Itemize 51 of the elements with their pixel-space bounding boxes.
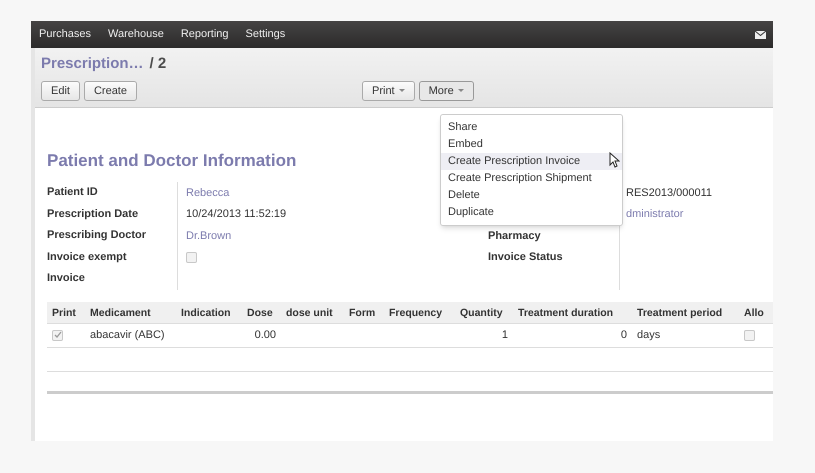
- field-label: Invoice: [47, 271, 86, 286]
- caret-icon: [398, 89, 405, 93]
- field-link[interactable]: dministrator: [626, 206, 684, 222]
- caret-icon: [458, 89, 464, 93]
- field-label: Invoice Status: [488, 250, 563, 265]
- field-label: Prescription Date: [47, 206, 140, 222]
- column-header[interactable]: Quantity: [460, 307, 503, 319]
- field-label: Prescribing Doctor: [47, 228, 148, 243]
- menu-item[interactable]: Settings: [246, 26, 286, 43]
- column-header[interactable]: Frequency: [389, 307, 442, 319]
- table-cell-text: days: [637, 328, 660, 343]
- menu-option[interactable]: Create Prescription Invoice: [441, 153, 622, 170]
- checkbox[interactable]: [744, 330, 755, 340]
- toolbar-button[interactable]: Create: [84, 81, 137, 101]
- table-cell-text: 0.00: [254, 328, 276, 343]
- column-header[interactable]: Medicament: [90, 307, 151, 319]
- menu-option[interactable]: Share: [441, 119, 622, 136]
- field-link[interactable]: Rebecca: [186, 184, 230, 201]
- toolbar-button[interactable]: Edit: [41, 81, 80, 101]
- table-cell-text: abacavir (ABC): [90, 328, 165, 343]
- field-label: Pharmacy: [488, 228, 541, 244]
- menu-option[interactable]: Create Prescription Shipment: [441, 170, 622, 187]
- field-value: 10/24/2013 11:52:19: [186, 207, 286, 222]
- column-header[interactable]: Treatment duration: [518, 307, 614, 319]
- dropdown-button[interactable]: More: [418, 81, 474, 101]
- checkbox[interactable]: [52, 330, 63, 340]
- dropdown-button[interactable]: Print: [362, 81, 415, 101]
- menu-option[interactable]: Embed: [441, 136, 622, 153]
- field-link[interactable]: Dr.Brown: [186, 228, 232, 244]
- column-header[interactable]: Indication: [181, 307, 231, 319]
- menu-item[interactable]: Reporting: [180, 26, 229, 43]
- menu-item[interactable]: Purchases: [39, 26, 91, 43]
- column-header[interactable]: Form: [349, 307, 376, 319]
- checkbox[interactable]: [186, 252, 197, 263]
- table-cell-text: 1: [502, 328, 508, 343]
- column-header[interactable]: Treatment period: [637, 307, 722, 319]
- column-header[interactable]: Allo: [744, 307, 764, 319]
- table-cell-text: 0: [620, 328, 627, 343]
- column-header[interactable]: dose unit: [286, 307, 333, 319]
- menu-option[interactable]: Duplicate: [441, 204, 622, 221]
- column-header[interactable]: Print: [52, 307, 76, 319]
- record-number: / 2: [150, 55, 166, 72]
- menu-option[interactable]: Delete: [441, 187, 622, 204]
- field-label: Invoice exempt: [47, 250, 128, 264]
- section-title: Patient and Doctor Information: [47, 150, 296, 172]
- mail-icon[interactable]: [755, 30, 766, 38]
- mouse-cursor-icon: [609, 152, 620, 168]
- field-value: RES2013/000011: [626, 186, 712, 200]
- menu-item[interactable]: Warehouse: [108, 26, 164, 43]
- field-label: Patient ID: [47, 185, 99, 200]
- column-header[interactable]: Dose: [247, 307, 273, 319]
